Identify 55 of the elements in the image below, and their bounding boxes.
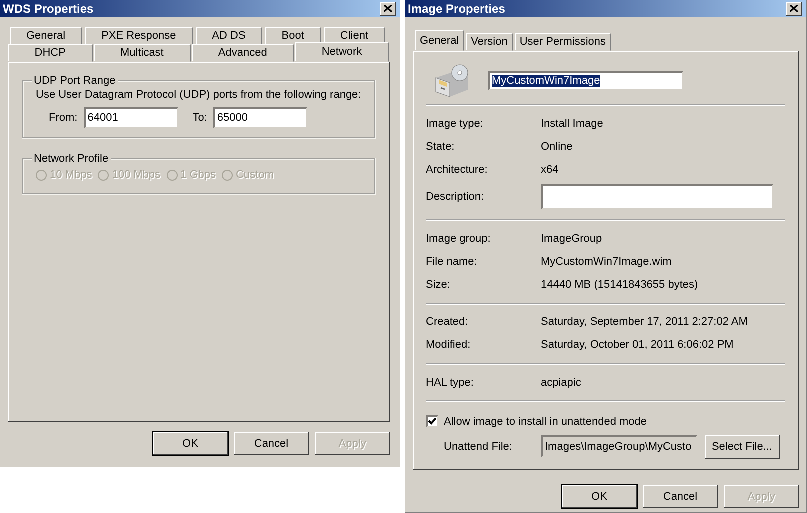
property-label: State: — [426, 140, 456, 153]
close-icon — [790, 5, 798, 12]
property-label: File name: — [426, 256, 478, 268]
property-value: Saturday, October 01, 2011 6:06:02 PM — [541, 339, 734, 352]
field-label: Unattend File: — [444, 440, 514, 453]
property-label: Created: — [426, 316, 470, 328]
property-value: acpiapic — [541, 376, 582, 388]
group-title: Network Profile — [33, 153, 110, 165]
description-field[interactable] — [541, 184, 774, 210]
tab[interactable]: General — [415, 30, 464, 51]
property-label: Modified: — [426, 339, 472, 352]
tab[interactable]: DHCP — [8, 44, 93, 62]
property-value: Install Image — [541, 118, 604, 130]
cabinet-disc-icon — [434, 64, 470, 98]
input-field[interactable]: 64001 — [84, 107, 179, 129]
property-value: ImageGroup — [541, 232, 602, 245]
property-label: Image group: — [426, 232, 492, 245]
property-value: 14440 MB (15141843655 bytes) — [541, 279, 698, 292]
property-label: Description: — [426, 191, 486, 204]
tab[interactable]: General — [10, 27, 82, 45]
tab[interactable]: Advanced — [192, 44, 294, 62]
property-label: Image type: — [426, 118, 484, 130]
checkbox-label: Allow image to install in unattended mode — [444, 416, 648, 428]
input-field[interactable]: 65000 — [213, 107, 308, 129]
property-label: HAL type: — [426, 376, 475, 388]
property-label: Architecture: — [426, 164, 489, 176]
property-value: x64 — [541, 164, 559, 176]
field-label: To: — [192, 112, 208, 124]
description-text: Use User Datagram Protocol (UDP) ports from the following range: — [36, 89, 362, 101]
name-field[interactable]: MyCustomWin7Image — [488, 71, 684, 91]
close-button[interactable] — [380, 2, 396, 16]
dialog-button[interactable]: Cancel — [643, 485, 718, 508]
tab[interactable]: Network — [295, 42, 389, 62]
window-title: WDS Properties — [3, 2, 94, 16]
close-button[interactable] — [786, 2, 802, 16]
window-title: Image Properties — [408, 2, 506, 16]
checkbox[interactable] — [426, 415, 439, 428]
property-value: MyCustomWin7Image.wim — [541, 256, 672, 268]
tab[interactable]: Version — [466, 33, 513, 51]
field-label: From: — [49, 112, 78, 124]
tab[interactable]: PXE Response — [85, 27, 193, 45]
tab[interactable]: Boot — [265, 27, 321, 45]
tab[interactable]: User Permissions — [514, 33, 612, 51]
select-file-button[interactable]: Select File... — [704, 434, 780, 459]
property-value: Online — [541, 140, 573, 153]
property-value: Saturday, September 17, 2011 2:27:02 AM — [541, 316, 748, 328]
dialog-button[interactable]: Cancel — [234, 432, 309, 455]
tab[interactable]: Multicast — [94, 44, 191, 62]
tab[interactable]: AD DS — [196, 27, 262, 45]
dialog-button[interactable]: OK — [562, 485, 637, 508]
group-title: UDP Port Range — [33, 75, 117, 87]
dialog-button[interactable]: OK — [153, 432, 228, 455]
property-label: Size: — [426, 279, 452, 292]
file-path-field[interactable]: Images\ImageGroup\MyCusto — [541, 435, 698, 458]
close-icon — [384, 5, 392, 12]
